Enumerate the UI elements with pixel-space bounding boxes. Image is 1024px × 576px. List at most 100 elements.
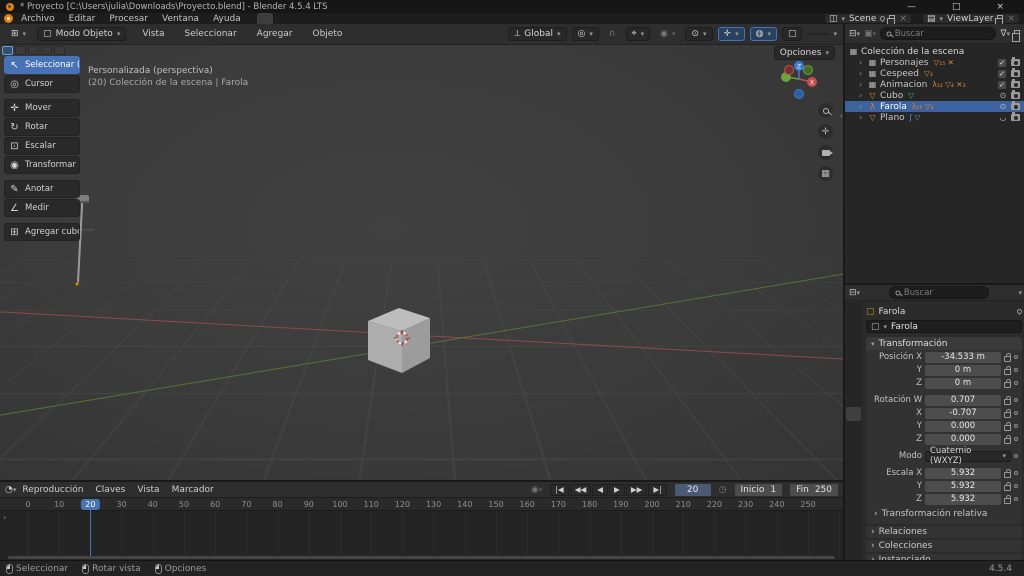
transform-panel-header[interactable]: ▾ Transformación bbox=[866, 337, 1022, 350]
new-collection-icon[interactable] bbox=[1014, 30, 1020, 37]
transport-button[interactable]: ◀◀ bbox=[570, 484, 592, 496]
select-mode-subtract[interactable] bbox=[28, 46, 39, 55]
shading-dropdown-icon[interactable]: ▾ bbox=[833, 30, 837, 38]
workspace-tab[interactable] bbox=[419, 13, 435, 24]
playhead-marker[interactable]: 20 bbox=[81, 499, 99, 510]
properties-tab[interactable] bbox=[846, 305, 861, 319]
unlink-scene-icon[interactable]: × bbox=[899, 14, 907, 24]
visibility-toggle[interactable]: ◡ bbox=[998, 113, 1008, 122]
value-field[interactable]: 5.932 bbox=[925, 481, 1001, 492]
workspace-tab[interactable] bbox=[347, 13, 363, 24]
channels-expand-icon[interactable]: › bbox=[3, 513, 6, 522]
pivot-dropdown[interactable]: ◎▾ bbox=[572, 27, 599, 41]
tool-button[interactable]: ✛ Mover bbox=[4, 99, 80, 117]
properties-tab[interactable] bbox=[846, 441, 861, 455]
timeline-menu-item[interactable]: Vista bbox=[137, 485, 159, 495]
mode-dropdown[interactable]: ▢ Modo Objeto▾ bbox=[37, 27, 126, 41]
xray-toggle[interactable]: ▢ bbox=[782, 27, 803, 41]
workspace-tab[interactable] bbox=[455, 13, 471, 24]
collapsed-section[interactable]: › Relaciones bbox=[866, 526, 1022, 538]
tool-button[interactable]: ↻ Rotar bbox=[4, 118, 80, 136]
animate-dot-icon[interactable] bbox=[1014, 437, 1018, 441]
select-mode-new[interactable] bbox=[2, 46, 13, 55]
select-mode-intersect[interactable] bbox=[54, 46, 65, 55]
timeline-menu-item[interactable]: Claves bbox=[96, 485, 126, 495]
outliner-row[interactable]: › ▽ Cubo ▽ ⊙ bbox=[845, 90, 1024, 101]
farola-origin-dot[interactable] bbox=[75, 282, 79, 286]
maximize-button[interactable]: □ bbox=[952, 2, 961, 12]
frame-range-clock-icon[interactable]: ◷ bbox=[719, 485, 727, 495]
overlays-toggle[interactable]: ◍▾ bbox=[750, 27, 777, 41]
animate-dot-icon[interactable] bbox=[1014, 471, 1018, 475]
expand-caret-icon[interactable]: › bbox=[859, 80, 865, 89]
timeline-tracks-area[interactable] bbox=[0, 511, 843, 558]
timeline-menu-item[interactable]: Marcador bbox=[172, 485, 214, 495]
lock-icon[interactable] bbox=[1004, 412, 1011, 418]
select-mode-extend[interactable] bbox=[15, 46, 26, 55]
value-field[interactable]: 0 m bbox=[925, 365, 1001, 376]
expand-caret-icon[interactable]: › bbox=[859, 69, 865, 78]
lock-icon[interactable] bbox=[1004, 438, 1011, 444]
new-scene-icon[interactable] bbox=[889, 15, 895, 22]
tool-button[interactable]: ↖ Seleccionar (M... bbox=[4, 56, 80, 74]
render-visibility-icon[interactable] bbox=[1011, 70, 1020, 77]
workspace-tab[interactable] bbox=[383, 13, 399, 24]
tool-button[interactable]: ∠ Medir bbox=[4, 199, 80, 217]
animate-dot-icon[interactable] bbox=[1014, 355, 1018, 359]
viewport-menu-item[interactable]: Agregar bbox=[253, 29, 297, 39]
camera-view-icon[interactable] bbox=[818, 145, 833, 160]
tool-button[interactable]: ⊞ Agregar cubo bbox=[4, 223, 80, 241]
editor-type-icon[interactable]: ⊞▾ bbox=[6, 28, 31, 40]
transport-button[interactable]: ▶ bbox=[609, 484, 625, 496]
new-viewlayer-icon[interactable] bbox=[997, 15, 1003, 22]
perspective-toggle-icon[interactable]: ▦ bbox=[818, 166, 833, 181]
frame-end-field[interactable]: Fin 250 bbox=[790, 484, 838, 496]
properties-options-icon[interactable]: ▾ bbox=[1018, 289, 1022, 297]
menu-item[interactable]: Archivo bbox=[21, 14, 55, 24]
animate-dot-icon[interactable] bbox=[1014, 381, 1018, 385]
properties-tab[interactable] bbox=[846, 339, 861, 353]
navigation-gizmo[interactable]: Z X bbox=[777, 57, 821, 101]
transport-button[interactable]: ▶| bbox=[648, 484, 666, 496]
animate-dot-icon[interactable] bbox=[1014, 424, 1018, 428]
viewport-menu-item[interactable]: Vista bbox=[138, 29, 168, 39]
properties-editor-icon[interactable]: ⊟▾ bbox=[849, 288, 860, 298]
delta-transform-subsection[interactable]: › Transformación relativa bbox=[866, 508, 1022, 520]
proportional-edit-icon[interactable]: ◉▾ bbox=[655, 28, 680, 40]
timeline-editor-icon[interactable]: ◔▾ bbox=[5, 485, 16, 495]
lock-icon[interactable] bbox=[1004, 485, 1011, 491]
timeline-scrollbar[interactable] bbox=[8, 556, 835, 559]
pin-icon[interactable] bbox=[1016, 308, 1023, 315]
transport-button[interactable]: |◀ bbox=[550, 484, 568, 496]
animate-dot-icon[interactable] bbox=[1014, 398, 1018, 402]
lock-icon[interactable] bbox=[1004, 399, 1011, 405]
value-field[interactable]: -0.707 bbox=[925, 408, 1001, 419]
visibility-toggle[interactable]: ⊙ bbox=[998, 102, 1008, 111]
remove-viewlayer-icon[interactable]: × bbox=[1007, 14, 1015, 24]
transport-button[interactable]: ◀ bbox=[592, 484, 608, 496]
tool-button[interactable]: ◉ Transformar bbox=[4, 156, 80, 174]
outliner-filter-id-dropdown[interactable]: ▣▾ bbox=[864, 29, 876, 39]
properties-tab[interactable] bbox=[846, 424, 861, 438]
workspace-tab[interactable] bbox=[311, 13, 327, 24]
viewport-menu-item[interactable]: Seleccionar bbox=[181, 29, 241, 39]
collapsed-section[interactable]: › Colecciones bbox=[866, 540, 1022, 552]
value-field[interactable]: 5.932 bbox=[925, 494, 1001, 505]
properties-tab[interactable] bbox=[846, 373, 861, 387]
lock-icon[interactable] bbox=[1004, 382, 1011, 388]
expand-caret-icon[interactable]: › bbox=[859, 58, 865, 67]
properties-search[interactable] bbox=[889, 286, 989, 299]
render-visibility-icon[interactable] bbox=[1011, 92, 1020, 99]
object-name-field[interactable]: ▢▾ Farola bbox=[866, 320, 1022, 333]
render-visibility-icon[interactable] bbox=[1011, 59, 1020, 66]
properties-search-input[interactable] bbox=[904, 288, 983, 298]
properties-tab[interactable] bbox=[846, 356, 861, 370]
workspace-tab[interactable] bbox=[275, 13, 291, 24]
value-field[interactable]: -34.533 m bbox=[925, 352, 1001, 363]
visibility-toggle[interactable]: ✓ bbox=[998, 70, 1008, 78]
tool-button[interactable]: ◎ Cursor bbox=[4, 75, 80, 93]
blender-menu-icon[interactable] bbox=[4, 14, 13, 23]
menu-item[interactable]: Procesar bbox=[109, 14, 148, 24]
outliner-row-scene-collection[interactable]: ▦ Colección de la escena bbox=[845, 46, 1024, 57]
cube-object[interactable] bbox=[358, 301, 442, 379]
